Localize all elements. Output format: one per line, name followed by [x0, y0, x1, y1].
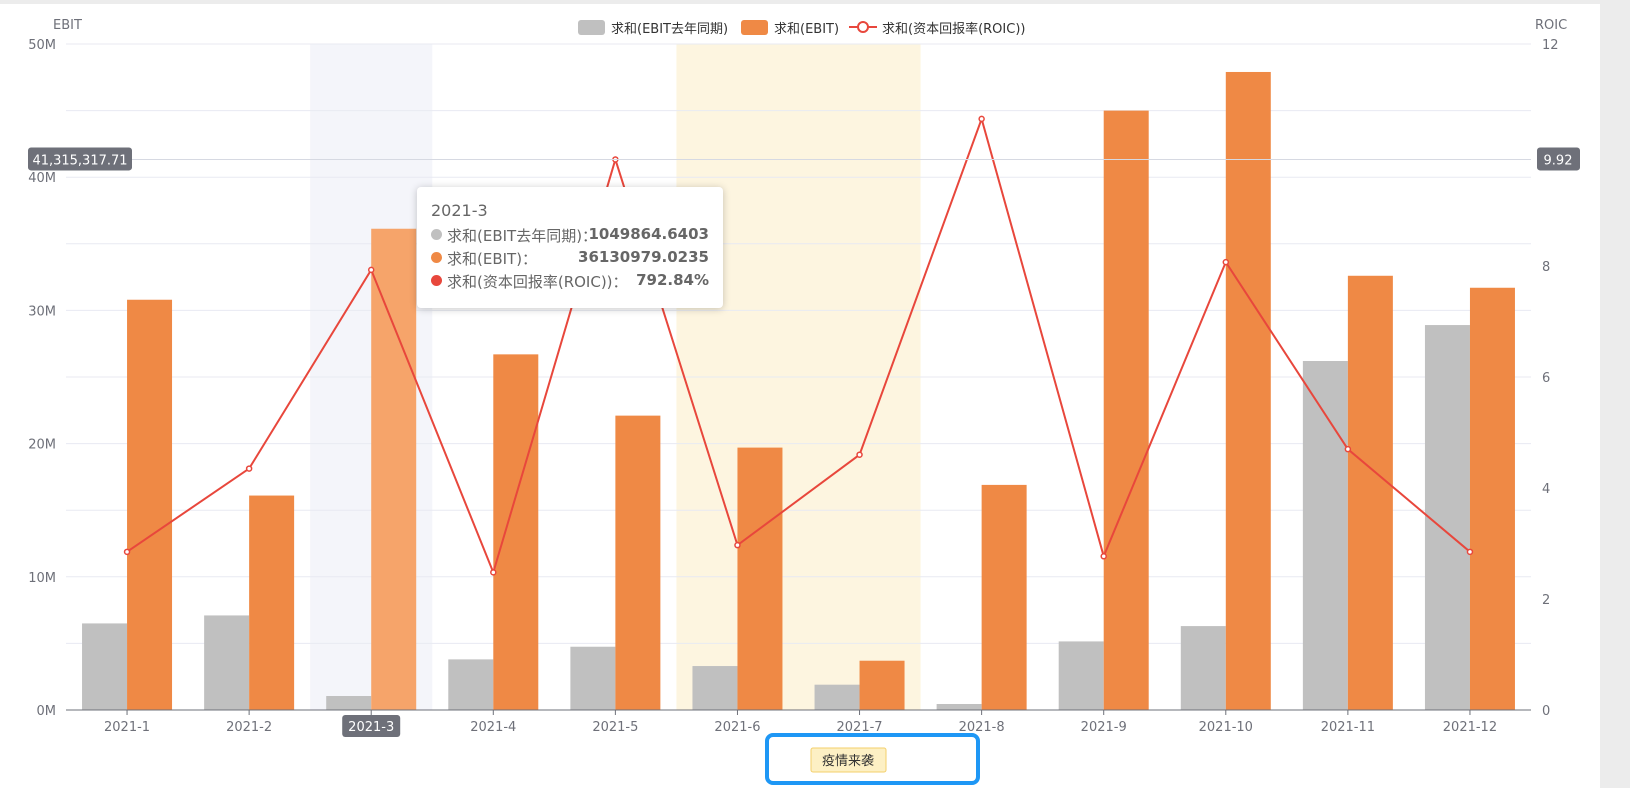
bar-ebit	[127, 299, 173, 710]
bar-ebit	[859, 660, 905, 710]
bar-ebit	[1347, 275, 1393, 710]
tooltip-row-ebit: 求和(EBIT)： 36130979.0235	[431, 248, 717, 270]
tooltip-dot-prev	[431, 229, 442, 240]
bar-ebit-prev-year	[936, 704, 982, 710]
x-tick-label: 2021-4	[470, 720, 516, 735]
tooltip-dot-roic	[431, 275, 442, 286]
bar-ebit	[493, 354, 539, 710]
x-tick-label: 2021-12	[1443, 720, 1497, 735]
y-left-tick-label: 40M	[28, 171, 56, 186]
y-right-tick-label: 0	[1542, 704, 1550, 719]
y-left-tick-label: 0M	[37, 704, 57, 719]
y-left-tick-label: 50M	[28, 38, 56, 53]
y-right-tick-label: 12	[1542, 38, 1559, 53]
bar-ebit-prev-year	[1058, 641, 1104, 710]
x-tick-label: 2021-1	[104, 720, 150, 735]
tooltip-value-ebit: 36130979.0235	[578, 248, 709, 266]
legend-marker-roic	[857, 21, 869, 33]
roic-point	[123, 548, 131, 556]
legend-label-roic: 求和(资本回报率(ROIC))	[882, 21, 1025, 37]
bar-ebit-prev-year	[1180, 626, 1226, 710]
roic-point	[734, 541, 741, 549]
legend-swatch-ebit	[741, 20, 768, 35]
tooltip-value-prev: 1049864.6403	[588, 225, 709, 243]
bar-ebit-prev-year	[204, 615, 250, 710]
x-tick-label: 2021-3	[348, 720, 394, 735]
bar-ebit	[737, 447, 783, 710]
roic-point	[978, 115, 985, 123]
annotation-label: 疫情来袭	[822, 753, 874, 769]
bar-ebit-prev-year	[570, 646, 616, 710]
crosshair-left-label: 41,315,317.71	[32, 153, 127, 168]
tooltip-dot-ebit	[431, 252, 442, 263]
x-tick-label: 2021-7	[837, 720, 883, 735]
roic-point	[245, 465, 253, 472]
bar-ebit	[615, 415, 661, 710]
y-left-tick-label: 30M	[28, 304, 56, 319]
x-tick-label: 2021-2	[226, 720, 272, 735]
tooltip-label-roic: 求和(资本回报率(ROIC))：	[447, 273, 628, 291]
y-right-tick-label: 2	[1542, 593, 1550, 608]
bar-ebit	[981, 484, 1027, 710]
roic-point	[1100, 553, 1107, 560]
roic-point	[367, 266, 375, 274]
x-tick-label: 2021-10	[1199, 720, 1253, 735]
bar-ebit	[371, 228, 417, 711]
roic-point	[490, 569, 497, 576]
bar-ebit	[1225, 71, 1271, 711]
bar-ebit	[249, 495, 295, 710]
y-right-tick-label: 6	[1542, 371, 1550, 386]
roic-point	[1344, 445, 1352, 453]
x-tick-label: 2021-5	[592, 720, 638, 735]
y-left-axis-label: EBIT	[53, 18, 82, 33]
y-left-tick-label: 10M	[28, 571, 56, 586]
x-tick-label: 2021-11	[1321, 720, 1375, 735]
tooltip-row-prev: 求和(EBIT去年同期)： 1049864.6403	[431, 225, 717, 247]
bar-ebit-prev-year	[448, 659, 494, 710]
crosshair-right-label: 9.92	[1544, 153, 1573, 168]
legend-swatch-prev	[578, 20, 605, 35]
y-right-axis-label: ROIC	[1535, 18, 1567, 33]
y-right-tick-label: 8	[1542, 260, 1550, 275]
tooltip-row-roic: 求和(资本回报率(ROIC))： 792.84%	[431, 271, 717, 293]
y-left-tick-label: 20M	[28, 438, 56, 453]
chart-tooltip: 2021-3 求和(EBIT去年同期)： 1049864.6403 求和(EBI…	[417, 187, 723, 308]
bar-ebit	[1103, 110, 1149, 711]
bar-ebit-prev-year	[82, 623, 128, 710]
tooltip-title: 2021-3	[431, 201, 488, 220]
chart-card: 0M 10M 20M 30M 40M 50M 0 2 4 6 8 12 EBIT ROIC 2021-1 20…	[0, 4, 1600, 788]
bar-ebit-prev-year	[1424, 325, 1470, 710]
bar-ebit-prev-year	[692, 666, 738, 710]
legend-label-prev: 求和(EBIT去年同期)	[611, 22, 728, 37]
y-right-tick-label: 4	[1542, 482, 1550, 497]
tooltip-value-roic: 792.84%	[636, 271, 709, 289]
bar-ebit-prev-year	[326, 696, 372, 710]
bar-ebit-prev-year	[814, 684, 860, 710]
tooltip-label-ebit: 求和(EBIT)：	[447, 250, 538, 268]
roic-point	[1466, 548, 1474, 556]
roic-point	[1222, 258, 1230, 266]
x-tick-label: 2021-9	[1081, 720, 1127, 735]
roic-point	[856, 451, 863, 458]
bar-ebit	[1469, 287, 1515, 710]
x-tick-label: 2021-6	[714, 720, 760, 735]
x-tick-label: 2021-8	[959, 720, 1005, 735]
combo-chart: 0M 10M 20M 30M 40M 50M 0 2 4 6 8 12 EBIT ROIC 2021-1 20…	[28, 18, 1580, 785]
tooltip-label-prev: 求和(EBIT去年同期)：	[447, 227, 598, 245]
legend-label-ebit: 求和(EBIT)	[774, 22, 839, 37]
